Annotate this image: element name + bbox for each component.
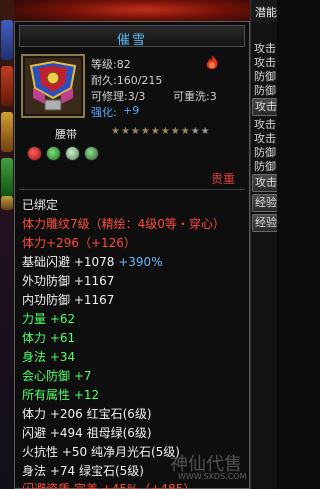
item-icon-frame (21, 54, 85, 118)
carving-attribute: 体力雕纹7级（精绘：4级0等・穿心） (22, 217, 225, 231)
skill-slot-icon[interactable] (1, 158, 13, 198)
attribute-text: 基础闪避 +1078 (22, 255, 119, 269)
skill-slot-icon[interactable] (1, 20, 13, 60)
item-level: 等级:82 (91, 58, 131, 71)
star-filled: ★★★★★★★★ (111, 126, 191, 137)
item-repairable: 可修理:3/3 (91, 90, 146, 103)
belt-icon (25, 58, 81, 114)
character-attribute-panel: 潜能: 攻击 攻击 防御 防御 攻击 攻击 防御 防御 攻击 攻击 经验 经验 (250, 0, 277, 489)
gem-slot-red (27, 146, 42, 161)
flame-badge-icon (206, 55, 218, 69)
attribute-line: 力量 +62 (22, 312, 76, 326)
watermark: 神仙代售 WWW.SXDS.COM (170, 450, 250, 481)
item-rewashable: 可重洗:3 (173, 90, 217, 103)
attribute-line: 内功防御 +1167 (22, 293, 115, 307)
gem-slot-green (46, 146, 61, 161)
gem-slot-moonstone (65, 146, 80, 161)
aptitude-line: 闪避资质 完美 +45%（+485） (22, 482, 196, 489)
item-durability: 耐久:160/215 (91, 74, 163, 87)
experience-button[interactable]: 经验 (252, 194, 277, 212)
enhance-label: 强化: (91, 106, 117, 119)
attack-button[interactable]: 攻击 (252, 174, 277, 192)
item-name: 催雪 (116, 33, 147, 48)
attribute-line: 所有属性 +12 (22, 388, 100, 402)
skill-slot-icon[interactable] (1, 112, 13, 152)
gem-slot-emerald (84, 146, 99, 161)
experience-button[interactable]: 经验 (252, 214, 277, 232)
attribute-line: 会心防御 +7 (22, 369, 92, 383)
item-tooltip: 催雪 等级:82 耐久:160/215 可修理:3/3 可重洗:3 强化: +9… (14, 21, 250, 489)
game-screen: 潜能: 攻击 攻击 防御 防御 攻击 攻击 防御 防御 攻击 攻击 经验 经验 … (0, 0, 277, 489)
gem-attribute-line: 闪避 +494 祖母绿(6级) (22, 426, 152, 440)
bound-status: 已绑定 (22, 198, 59, 212)
attack-button[interactable]: 攻击 (252, 98, 277, 116)
star-empty: ★★ (190, 126, 211, 137)
item-category: 腰带 (55, 128, 77, 141)
gem-attribute-line: 体力 +206 红宝石(6级) (22, 407, 152, 421)
skill-slot-icon[interactable] (1, 196, 13, 210)
attribute-line: 外功防御 +1167 (22, 274, 115, 288)
attribute-line: 基础闪避 +1078 +390% (22, 253, 163, 270)
gem-attribute-line: 火抗性 +50 纯净月光石(5级) (22, 445, 180, 459)
attribute-line: 身法 +34 (22, 350, 76, 364)
star-rating: ★★★★★★★★★★ (111, 126, 211, 137)
attribute-bonus: +390% (118, 255, 163, 269)
gem-attribute-line: 身法 +74 绿宝石(5级) (22, 464, 144, 478)
divider (19, 189, 245, 190)
defense-label: 防御 (254, 84, 276, 97)
attribute-line: 体力 +61 (22, 331, 76, 345)
item-title-bar: 催雪 (19, 25, 245, 48)
attribute-line: 体力+296（+126） (22, 236, 136, 250)
defense-label: 防御 (254, 160, 276, 173)
skill-slot-icon[interactable] (1, 66, 13, 106)
watermark-url: WWW.SXDS.COM (178, 472, 247, 481)
left-action-strip (0, 0, 14, 489)
potential-label: 潜能: (255, 6, 277, 19)
valuable-tag: 贵重 (211, 172, 236, 186)
potential-header: 潜能: (251, 0, 277, 22)
enhance-value: +9 (123, 104, 140, 117)
